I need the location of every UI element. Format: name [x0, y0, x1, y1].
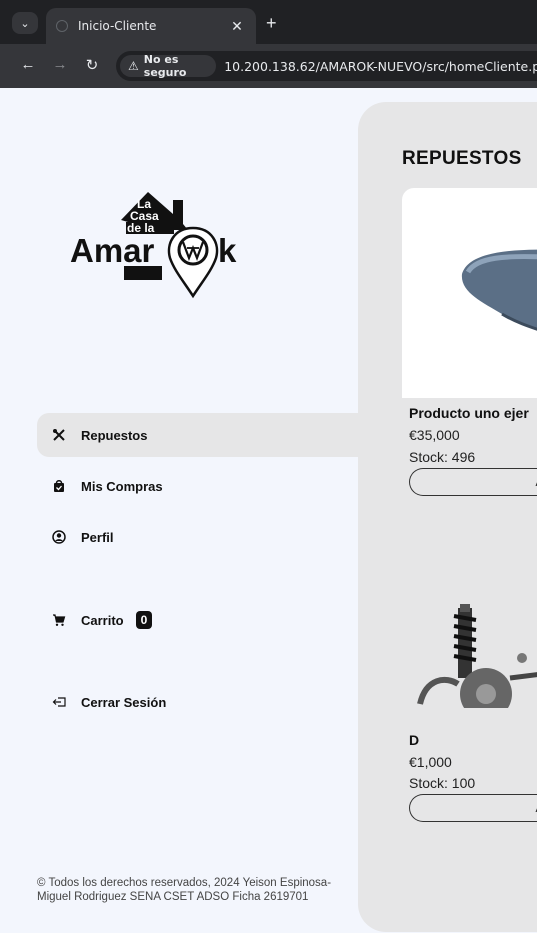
- sidebar: La Casa de la Amar k Repuestos Mis Compr…: [0, 88, 360, 933]
- sidebar-item-carrito[interactable]: Carrito 0: [37, 598, 360, 642]
- mirror-cover-image: [461, 249, 537, 331]
- page-title: REPUESTOS: [402, 148, 522, 169]
- security-label: No es seguro: [143, 53, 187, 79]
- product-price: €35,000: [409, 427, 460, 443]
- footer-copyright: © Todos los derechos reservados, 2024 Ye…: [37, 877, 332, 903]
- browser-tab[interactable]: Inicio-Cliente ✕: [46, 8, 256, 44]
- sidebar-item-perfil[interactable]: Perfil: [37, 515, 360, 559]
- product-stock: Stock: 496: [409, 449, 476, 465]
- suspension-image: [417, 604, 537, 708]
- forward-arrow-icon[interactable]: →: [50, 56, 70, 73]
- add-to-cart-button[interactable]: A: [409, 468, 537, 496]
- add-to-cart-button[interactable]: A: [409, 794, 537, 822]
- product-price: €1,000: [409, 754, 452, 770]
- sidebar-item-repuestos[interactable]: Repuestos: [37, 413, 360, 457]
- sidebar-item-label: Mis Compras: [81, 478, 163, 494]
- sidebar-item-label: Cerrar Sesión: [81, 694, 167, 710]
- sidebar-item-label: Carrito: [81, 612, 124, 628]
- close-icon[interactable]: ✕: [228, 18, 246, 35]
- new-tab-button[interactable]: +: [266, 14, 277, 32]
- product-image[interactable]: [402, 508, 537, 708]
- favicon-icon: [56, 20, 68, 32]
- page: La Casa de la Amar k Repuestos Mis Compr…: [0, 88, 537, 933]
- address-bar[interactable]: ⚠ No es seguro 10.200.138.62/AMAROK-NUEV…: [116, 51, 537, 81]
- security-indicator[interactable]: ⚠ No es seguro: [120, 53, 217, 79]
- product-stock: Stock: 100: [409, 775, 476, 791]
- chevron-down-icon: ⌄: [20, 17, 30, 30]
- user-circle-icon: [51, 529, 67, 545]
- warning-icon: ⚠: [128, 59, 139, 73]
- logo-brand-right: k: [218, 232, 237, 269]
- sidebar-item-cerrar-sesion[interactable]: Cerrar Sesión: [37, 680, 360, 724]
- main-content-panel: REPUESTOS Producto uno ejer €35,000 Stoc…: [358, 102, 537, 932]
- cart-icon: [51, 612, 67, 628]
- url-text[interactable]: 10.200.138.62/AMAROK-NUEVO/src/homeClien…: [224, 59, 537, 74]
- tools-icon: [51, 427, 67, 443]
- logout-icon: [51, 694, 67, 710]
- logo-brand-left: Amar: [70, 232, 155, 269]
- browser-tab-bar: ⌄ Inicio-Cliente ✕ +: [0, 0, 537, 44]
- product-image[interactable]: [402, 188, 537, 398]
- sidebar-item-label: Repuestos: [81, 427, 148, 443]
- tab-title: Inicio-Cliente: [78, 19, 157, 33]
- logo: La Casa de la Amar k: [70, 192, 237, 299]
- sidebar-item-label: Perfil: [81, 529, 114, 545]
- reload-icon[interactable]: ↻: [82, 56, 102, 74]
- product-name: D: [409, 732, 420, 748]
- product-name: Producto uno ejer: [409, 405, 529, 421]
- shopping-bag-icon: [51, 478, 67, 494]
- tab-list-button[interactable]: ⌄: [12, 12, 38, 34]
- browser-toolbar: ← → ↻ ⚠ No es seguro 10.200.138.62/AMARO…: [0, 44, 537, 88]
- back-arrow-icon[interactable]: ←: [18, 56, 38, 73]
- sidebar-item-mis-compras[interactable]: Mis Compras: [37, 464, 360, 508]
- cart-count-badge: 0: [135, 611, 153, 629]
